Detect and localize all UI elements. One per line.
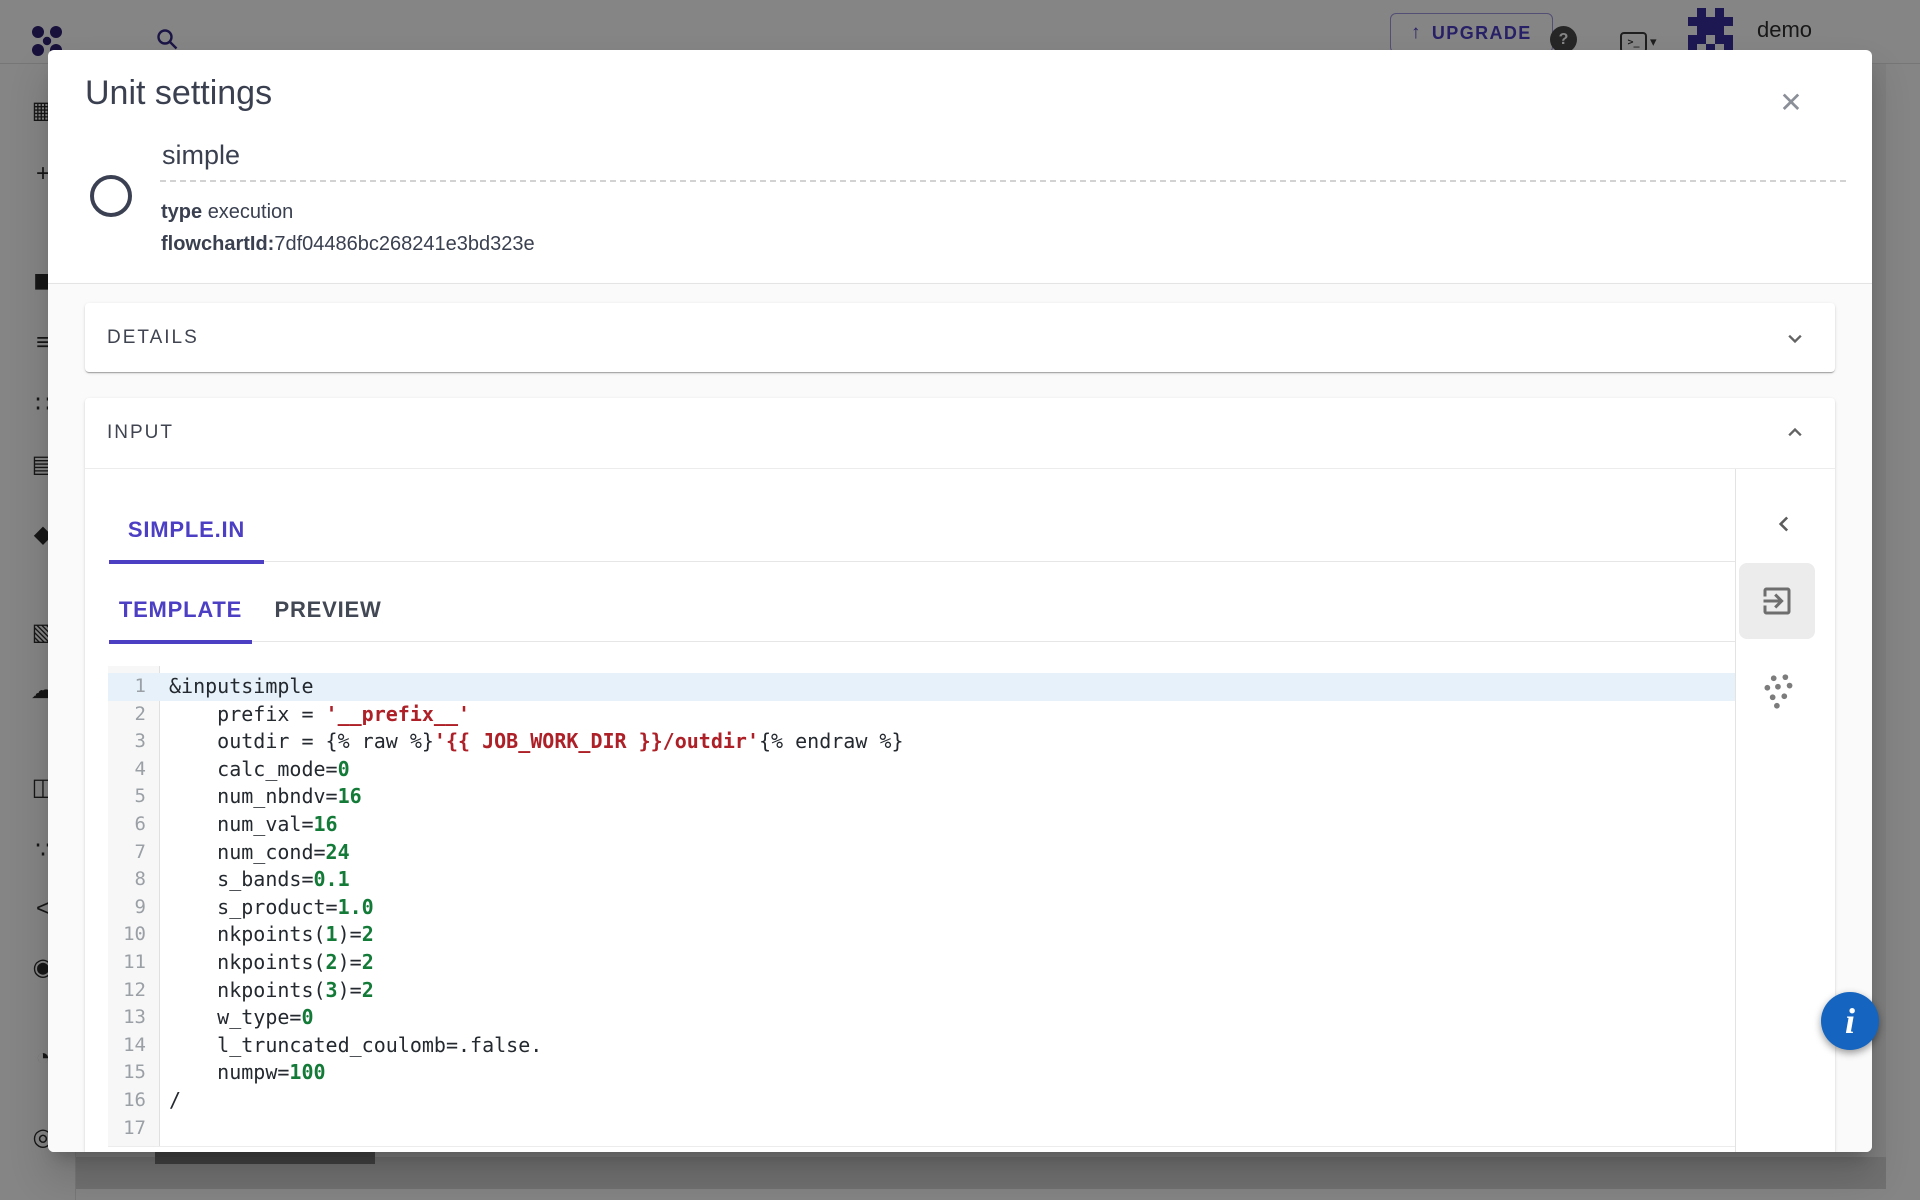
- line-code: /: [169, 1087, 181, 1115]
- line-code: s_product=1.0: [169, 894, 374, 922]
- line-code: prefix = '__prefix__': [169, 701, 470, 729]
- line-number: 14: [108, 1032, 146, 1060]
- code-line: 7 num_cond=24: [108, 839, 1735, 867]
- code-line: 10 nkpoints(1)=2: [108, 921, 1735, 949]
- code-line: 11 nkpoints(2)=2: [108, 949, 1735, 977]
- line-code: s_bands=0.1: [169, 866, 350, 894]
- unit-type-value: execution: [208, 201, 294, 223]
- code-line: 9 s_product=1.0: [108, 894, 1735, 922]
- line-number: 13: [108, 1004, 146, 1032]
- editor-toolbar: [1735, 469, 1835, 1152]
- line-code: w_type=0: [169, 1004, 314, 1032]
- line-code: l_truncated_coulomb=.false.: [169, 1032, 542, 1060]
- line-number: 15: [108, 1059, 146, 1087]
- dialog-body: DETAILS INPUT SIMPLE.IN: [48, 284, 1872, 1152]
- active-tab-indicator: [109, 640, 252, 644]
- line-number: 5: [108, 783, 146, 811]
- code-line: 1&inputsimple: [108, 673, 1735, 701]
- code-line: 13 w_type=0: [108, 1004, 1735, 1032]
- line-code: calc_mode=0: [169, 756, 350, 784]
- line-number: 11: [108, 949, 146, 977]
- line-code: num_nbndv=16: [169, 783, 362, 811]
- unit-type-row: type execution: [161, 201, 293, 224]
- input-section: INPUT SIMPLE.IN TEMPLATE: [85, 398, 1835, 1152]
- unit-settings-dialog: Unit settings ✕ simple type execution fl…: [48, 50, 1872, 1152]
- line-code: nkpoints(3)=2: [169, 977, 374, 1005]
- view-tabs: TEMPLATE PREVIEW: [109, 578, 1735, 642]
- line-number: 4: [108, 756, 146, 784]
- tab-template[interactable]: TEMPLATE: [109, 578, 252, 642]
- line-code: num_val=16: [169, 811, 338, 839]
- line-number: 1: [108, 673, 146, 701]
- code-line: 17: [108, 1115, 1735, 1143]
- line-number: 6: [108, 811, 146, 839]
- dashed-divider: [160, 180, 1846, 182]
- chevron-left-icon: [1772, 511, 1798, 537]
- line-number: 7: [108, 839, 146, 867]
- template-tab-label: TEMPLATE: [119, 597, 242, 623]
- file-tabs: SIMPLE.IN: [109, 498, 1735, 562]
- details-section: DETAILS: [85, 303, 1835, 372]
- unit-status-icon: [90, 175, 132, 217]
- line-code: &inputsimple: [169, 673, 314, 701]
- input-section-header[interactable]: INPUT: [85, 398, 1835, 467]
- line-code: numpw=100: [169, 1059, 326, 1087]
- line-number: 12: [108, 977, 146, 1005]
- line-number: 10: [108, 921, 146, 949]
- details-label: DETAILS: [107, 327, 199, 349]
- file-tab-label: SIMPLE.IN: [128, 517, 245, 543]
- active-tab-indicator: [109, 560, 264, 564]
- unit-flowchart-row: flowchartId:7df04486bc268241e3bd323e: [161, 233, 535, 256]
- code-line: 12 nkpoints(3)=2: [108, 977, 1735, 1005]
- flowchart-id-label: flowchartId:: [161, 233, 274, 255]
- line-code: nkpoints(2)=2: [169, 949, 374, 977]
- chevron-up-icon[interactable]: [1781, 419, 1809, 447]
- line-number: 16: [108, 1087, 146, 1115]
- editor-content: 1&inputsimple2 prefix = '__prefix__'3 ou…: [108, 673, 1735, 1142]
- exit-to-app-button[interactable]: [1739, 563, 1815, 639]
- code-line: 2 prefix = '__prefix__': [108, 701, 1735, 729]
- line-code: num_cond=24: [169, 839, 350, 867]
- chevron-down-icon[interactable]: [1781, 324, 1809, 352]
- screen: ↑ UPGRADE ? >_ ▾ demo ▦+◼≡∷▤◆▧☁◫∵<◉◔◎◉ U…: [0, 0, 1920, 1200]
- line-number: 3: [108, 728, 146, 756]
- close-icon[interactable]: ✕: [1771, 83, 1811, 123]
- code-line: 4 calc_mode=0: [108, 756, 1735, 784]
- details-section-header[interactable]: DETAILS: [85, 303, 1835, 372]
- line-code: outdir = {% raw %}'{{ JOB_WORK_DIR }}/ou…: [169, 728, 904, 756]
- code-editor[interactable]: 1&inputsimple2 prefix = '__prefix__'3 ou…: [108, 666, 1735, 1147]
- code-line: 6 num_val=16: [108, 811, 1735, 839]
- code-line: 16 /: [108, 1087, 1735, 1115]
- exit-to-app-icon: [1759, 583, 1795, 619]
- code-line: 5 num_nbndv=16: [108, 783, 1735, 811]
- code-line: 14 l_truncated_coulomb=.false.: [108, 1032, 1735, 1060]
- tab-simple-in[interactable]: SIMPLE.IN: [109, 498, 264, 562]
- code-line: 8 s_bands=0.1: [108, 866, 1735, 894]
- materials-dots-button[interactable]: [1759, 672, 1799, 712]
- line-number: 17: [108, 1115, 146, 1143]
- preview-tab-label: PREVIEW: [274, 597, 381, 623]
- unit-type-label: type: [161, 201, 202, 223]
- dialog-title: Unit settings: [85, 74, 272, 113]
- tab-preview[interactable]: PREVIEW: [252, 578, 404, 642]
- unit-name: simple: [162, 140, 240, 171]
- collapse-panel-button[interactable]: [1765, 504, 1805, 544]
- flowchart-id-value: 7df04486bc268241e3bd323e: [274, 233, 534, 255]
- info-fab-button[interactable]: i: [1821, 992, 1879, 1050]
- code-line: 15 numpw=100: [108, 1059, 1735, 1087]
- code-line: 3 outdir = {% raw %}'{{ JOB_WORK_DIR }}/…: [108, 728, 1735, 756]
- line-number: 8: [108, 866, 146, 894]
- line-number: 2: [108, 701, 146, 729]
- line-code: nkpoints(1)=2: [169, 921, 374, 949]
- scatter-dots-icon: [1762, 674, 1796, 710]
- divider: [85, 468, 1835, 469]
- input-label: INPUT: [107, 422, 174, 444]
- line-number: 9: [108, 894, 146, 922]
